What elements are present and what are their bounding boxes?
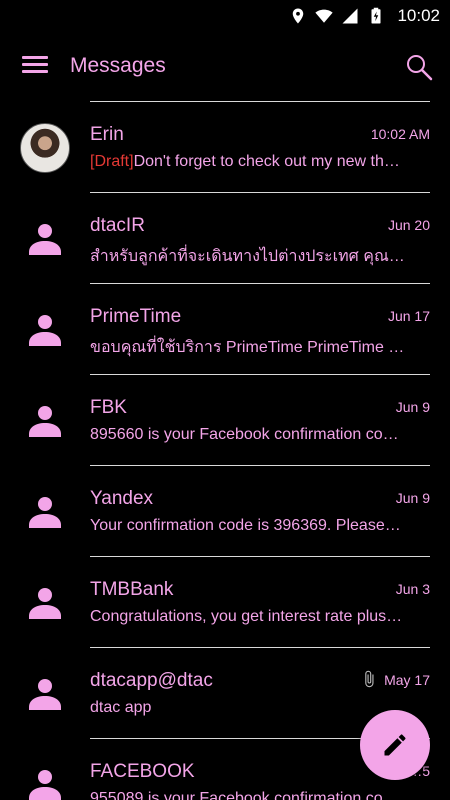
conversation-item[interactable]: FBK Jun 9 895660 is your Facebook confir…	[0, 375, 450, 465]
person-icon[interactable]	[20, 760, 70, 800]
person-icon[interactable]	[20, 578, 70, 628]
conversation-snippet: ขอบคุณที่ใช้บริการ PrimeTime PrimeTime …	[90, 335, 430, 360]
draft-label: [Draft]	[90, 153, 134, 170]
person-icon[interactable]	[20, 669, 70, 719]
conversation-snippet: Your confirmation code is 396369. Please…	[90, 517, 430, 535]
conversation-date: 10:02 AM	[370, 126, 430, 142]
conversation-name: FACEBOOK	[90, 761, 195, 782]
conversation-name: FBK	[90, 397, 127, 418]
status-bar: 10:02	[0, 0, 450, 32]
hamburger-menu-icon[interactable]	[22, 56, 48, 78]
conversation-name: Yandex	[90, 488, 154, 509]
clock: 10:02	[397, 6, 440, 25]
battery-charging-icon	[371, 7, 381, 24]
conversation-date: Jun 9	[395, 399, 430, 415]
person-icon[interactable]	[20, 396, 70, 446]
conversation-item[interactable]: Erin 10:02 AM [Draft]Don't forget to che…	[0, 102, 450, 192]
conversation-date: Jun 17	[387, 308, 430, 324]
conversation-snippet: สำหรับลูกค้าที่จะเดินทางไปต่างประเทศ คุณ…	[90, 244, 430, 269]
conversation-date: Jun 3	[395, 581, 430, 597]
conversation-snippet: Congratulations, you get interest rate p…	[90, 608, 430, 626]
location-icon	[293, 8, 304, 24]
conversation-name: dtacapp@dtac	[90, 670, 213, 691]
compose-button[interactable]	[360, 710, 430, 780]
pencil-icon	[384, 734, 406, 756]
snippet-text: 895660 is your Facebook confirmation co…	[90, 426, 399, 443]
page-title: Messages	[70, 54, 166, 77]
conversation-date: Jun 20	[387, 217, 430, 233]
conversation-item[interactable]: Yandex Jun 9 Your confirmation code is 3…	[0, 466, 450, 556]
avatar[interactable]	[20, 123, 70, 173]
snippet-text: Congratulations, you get interest rate p…	[90, 608, 403, 625]
snippet-text: 955089 is your Facebook confirmation co…	[90, 790, 399, 800]
signal-icon	[342, 8, 358, 24]
person-icon[interactable]	[20, 487, 70, 537]
conversation-name: Erin	[90, 124, 124, 145]
search-icon[interactable]	[404, 52, 434, 82]
conversation-list[interactable]: Erin 10:02 AM [Draft]Don't forget to che…	[0, 101, 450, 800]
conversation-item[interactable]: dtacIR Jun 20 สำหรับลูกค้าที่จะเดินทางไป…	[0, 193, 450, 283]
conversation-item[interactable]: PrimeTime Jun 17 ขอบคุณที่ใช้บริการ Prim…	[0, 284, 450, 374]
toolbar: Messages	[0, 40, 450, 96]
conversation-snippet: [Draft]Don't forget to check out my new …	[90, 153, 430, 171]
snippet-text: สำหรับลูกค้าที่จะเดินทางไปต่างประเทศ คุณ…	[90, 248, 405, 265]
conversation-name: dtacIR	[90, 215, 145, 236]
conversation-name: TMBBank	[90, 579, 174, 600]
conversation-date: May 17	[384, 672, 430, 688]
person-icon[interactable]	[20, 214, 70, 264]
conversation-item[interactable]: TMBBank Jun 3 Congratulations, you get i…	[0, 557, 450, 647]
conversation-snippet: 895660 is your Facebook confirmation co…	[90, 426, 430, 444]
snippet-text: ขอบคุณที่ใช้บริการ PrimeTime PrimeTime …	[90, 339, 405, 356]
snippet-text: Your confirmation code is 396369. Please…	[90, 517, 401, 534]
wifi-icon	[315, 9, 334, 23]
snippet-text: dtac app	[90, 699, 152, 716]
conversation-name: PrimeTime	[90, 306, 182, 327]
conversation-date: Jun 9	[395, 490, 430, 506]
person-icon[interactable]	[20, 305, 70, 355]
conversation-snippet: 955089 is your Facebook confirmation co…	[90, 790, 430, 800]
paperclip-icon	[365, 670, 374, 688]
snippet-text: Don't forget to check out my new th…	[133, 153, 400, 170]
